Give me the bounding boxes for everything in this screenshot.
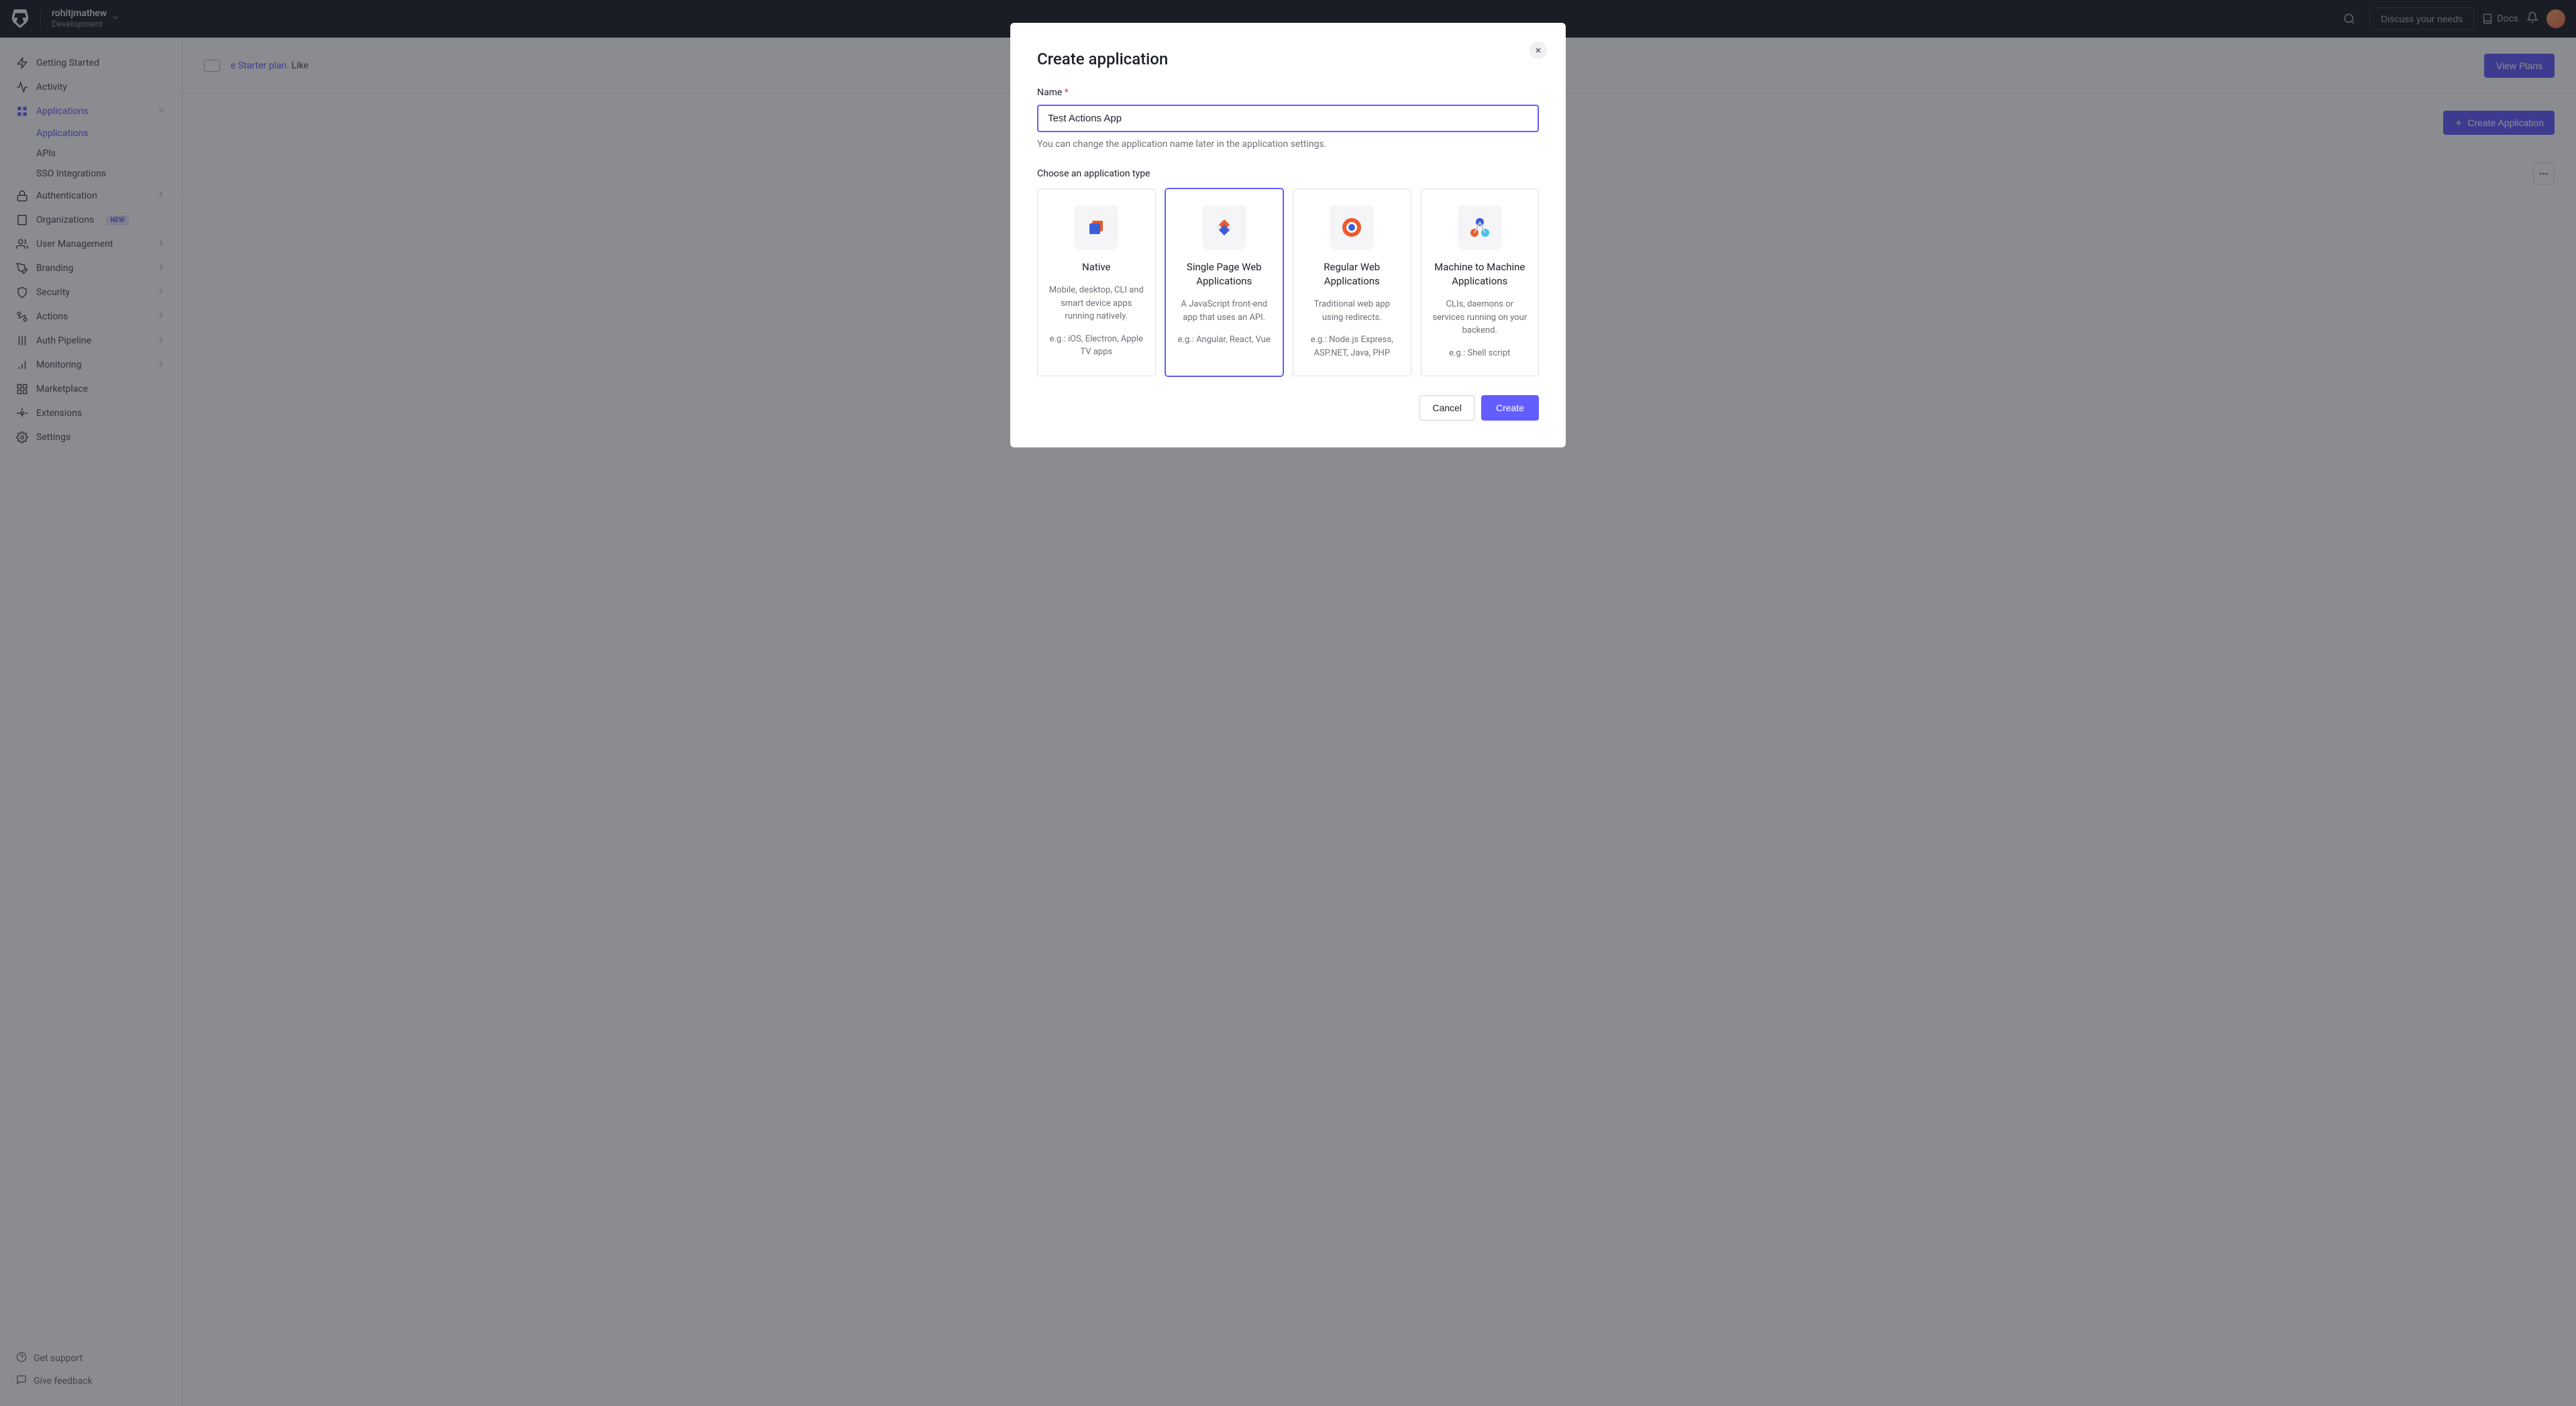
required-indicator: * bbox=[1065, 87, 1069, 98]
application-name-input[interactable] bbox=[1037, 105, 1539, 132]
type-example: e.g.: Angular, React, Vue bbox=[1175, 333, 1274, 347]
name-help-text: You can change the application name late… bbox=[1037, 139, 1539, 150]
app-type-regular-web[interactable]: Regular Web Applications Traditional web… bbox=[1293, 188, 1411, 376]
type-section-label: Choose an application type bbox=[1037, 168, 1539, 179]
type-name: Regular Web Applications bbox=[1303, 260, 1401, 288]
modal-title: Create application bbox=[1037, 50, 1539, 68]
app-type-m2m[interactable]: Machine to Machine Applications CLIs, da… bbox=[1421, 188, 1540, 376]
type-desc: Traditional web app using redirects. bbox=[1303, 298, 1401, 324]
type-example: e.g.: Shell script bbox=[1431, 347, 1529, 360]
type-desc: Mobile, desktop, CLI and smart device ap… bbox=[1047, 284, 1146, 323]
native-icon bbox=[1074, 205, 1118, 250]
type-name: Native bbox=[1047, 260, 1146, 274]
type-example: e.g.: Node.js Express, ASP.NET, Java, PH… bbox=[1303, 333, 1401, 360]
web-icon bbox=[1330, 205, 1374, 250]
app-type-spa[interactable]: Single Page Web Applications A JavaScrip… bbox=[1165, 188, 1284, 376]
type-example: e.g.: iOS, Electron, Apple TV apps bbox=[1047, 333, 1146, 359]
type-name: Single Page Web Applications bbox=[1175, 260, 1274, 288]
type-desc: CLIs, daemons or services running on you… bbox=[1431, 298, 1529, 337]
create-button[interactable]: Create bbox=[1481, 395, 1539, 421]
modal-overlay[interactable]: Create application Name * You can change… bbox=[0, 0, 2576, 1406]
close-button[interactable] bbox=[1529, 42, 1547, 59]
name-label: Name * bbox=[1037, 87, 1539, 98]
spa-icon bbox=[1202, 205, 1246, 250]
m2m-icon bbox=[1458, 205, 1502, 250]
type-desc: A JavaScript front-end app that uses an … bbox=[1175, 298, 1274, 324]
type-name: Machine to Machine Applications bbox=[1431, 260, 1529, 288]
cancel-button[interactable]: Cancel bbox=[1419, 395, 1474, 421]
app-type-native[interactable]: Native Mobile, desktop, CLI and smart de… bbox=[1037, 188, 1156, 376]
create-application-modal: Create application Name * You can change… bbox=[1010, 23, 1566, 447]
